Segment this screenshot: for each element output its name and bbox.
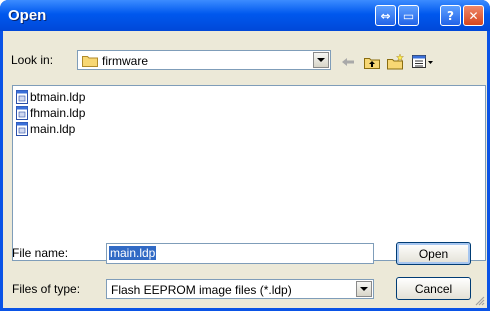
file-name-field[interactable]: main.ldp [106, 243, 374, 264]
files-of-type-combo[interactable]: Flash EEPROM image files (*.ldp) [106, 279, 374, 299]
open-button[interactable]: Open [396, 242, 471, 265]
look-in-combo[interactable]: firmware [77, 50, 331, 70]
file-name: btmain.ldp [30, 90, 86, 104]
look-in-dropdown-button[interactable] [313, 52, 329, 68]
restore-button[interactable]: ⇔ [375, 5, 396, 26]
files-of-type-dropdown-button[interactable] [356, 281, 372, 297]
list-item[interactable]: btmain.ldp [16, 89, 85, 105]
back-button[interactable] [337, 52, 359, 72]
views-menu-icon [412, 55, 433, 68]
chevron-down-icon [360, 287, 368, 291]
cancel-button-label: Cancel [414, 281, 453, 296]
chevron-down-icon [317, 58, 325, 62]
open-button-label: Open [418, 246, 449, 261]
file-name-value: main.ldp [109, 246, 157, 260]
file-icon [16, 90, 28, 104]
folder-icon [82, 56, 98, 67]
resize-grip-icon[interactable] [473, 294, 485, 306]
file-name: main.ldp [30, 122, 76, 136]
open-dialog: Open ⇔ ▭ ? ✕ Look in: firmware btmain.ld… [0, 0, 490, 311]
minimize-button[interactable]: ▭ [398, 5, 419, 26]
list-item[interactable]: fhmain.ldp [16, 105, 85, 121]
close-icon: ✕ [468, 8, 479, 23]
dialog-body: Look in: firmware btmain.ldp fhmain.ldp … [3, 31, 487, 308]
help-icon: ? [447, 8, 454, 23]
file-icon [16, 122, 28, 136]
up-folder-icon [364, 58, 380, 69]
cancel-button[interactable]: Cancel [396, 277, 471, 300]
back-arrow-icon [342, 58, 354, 66]
file-name-label: File name: [12, 246, 69, 260]
views-menu-button[interactable] [409, 52, 437, 72]
restore-icon: ⇔ [380, 8, 391, 23]
up-one-level-button[interactable] [361, 52, 383, 72]
list-item[interactable]: main.ldp [16, 121, 75, 137]
file-icon [16, 106, 28, 120]
file-name: fhmain.ldp [30, 106, 86, 120]
title-bar[interactable]: Open ⇔ ▭ ? ✕ [0, 0, 490, 31]
create-new-folder-button[interactable] [385, 52, 407, 72]
close-button[interactable]: ✕ [463, 5, 484, 26]
look-in-label: Look in: [11, 53, 54, 67]
window-icon: ▭ [402, 8, 415, 23]
look-in-value: firmware [102, 54, 149, 68]
window-title: Open [8, 7, 47, 24]
help-button[interactable]: ? [440, 5, 461, 26]
files-of-type-value: Flash EEPROM image files (*.ldp) [111, 283, 292, 297]
files-of-type-label: Files of type: [12, 282, 81, 296]
file-list[interactable]: btmain.ldp fhmain.ldp main.ldp [12, 85, 486, 261]
new-folder-icon [387, 54, 405, 70]
